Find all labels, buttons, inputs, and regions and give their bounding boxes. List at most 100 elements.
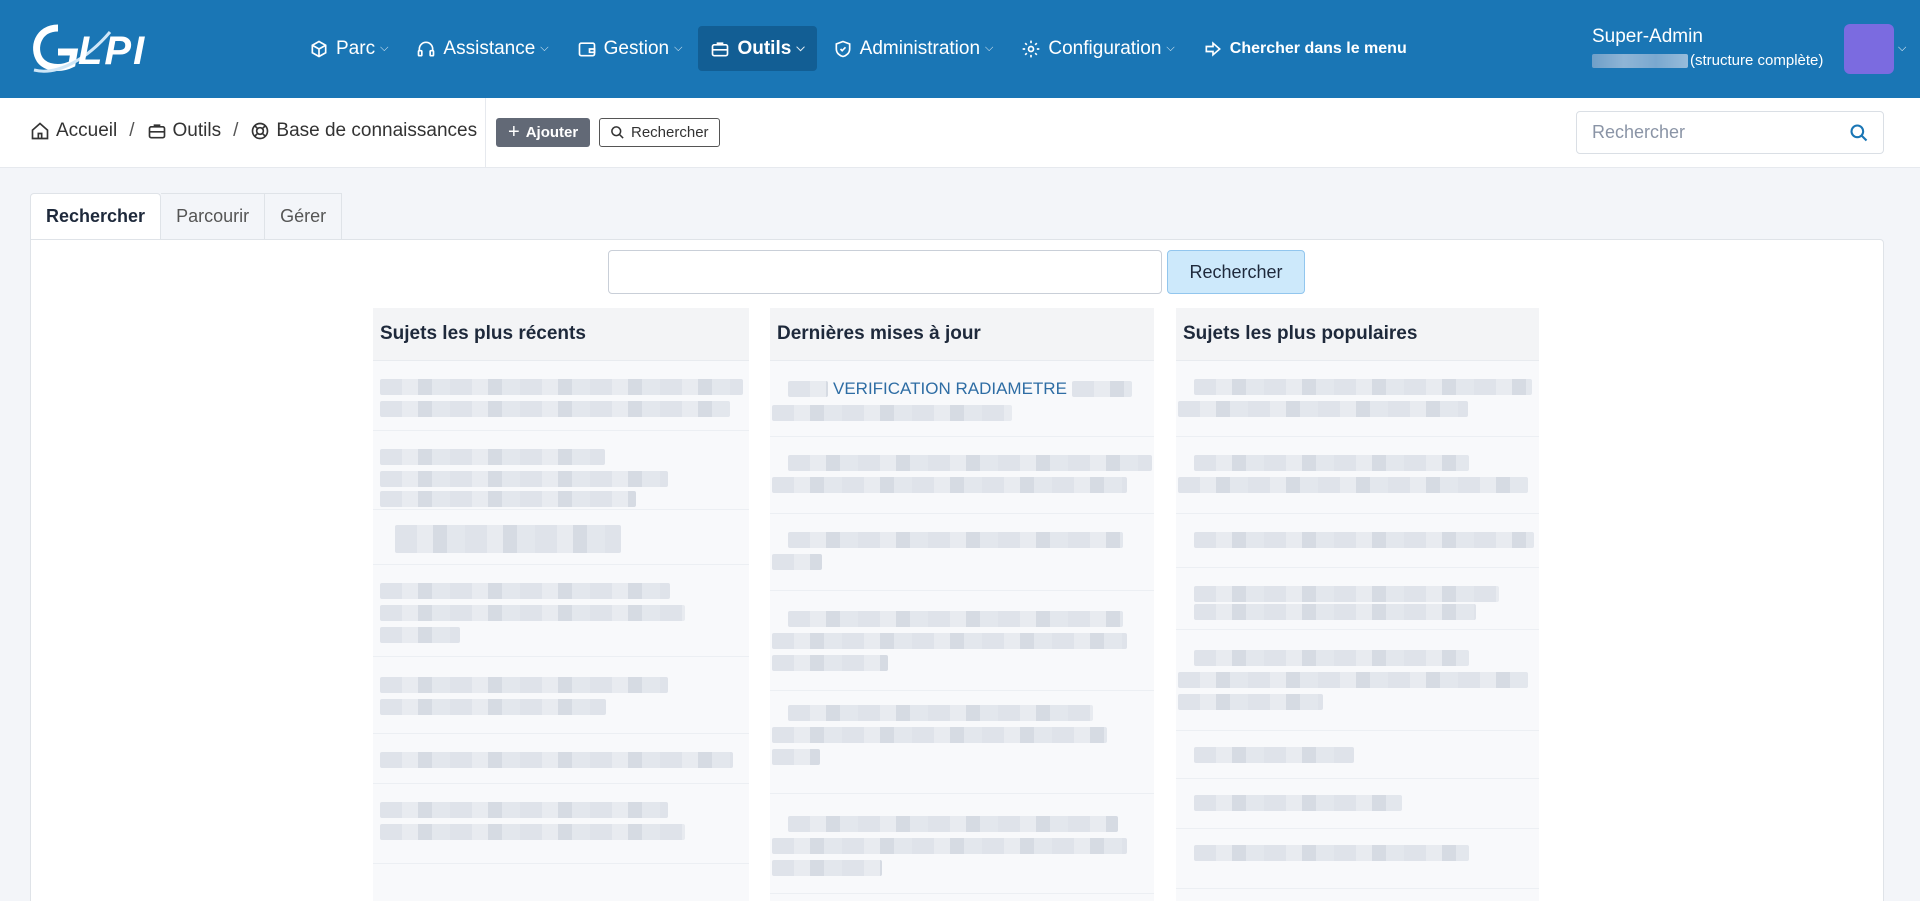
home-icon — [31, 122, 49, 140]
list-item[interactable] — [1176, 779, 1539, 829]
subheader: Accueil / Outils / Base de connaissances… — [0, 98, 1920, 168]
breadcrumb-knowledge-base-label: Base de connaissances — [276, 120, 478, 141]
redacted-text — [1194, 379, 1532, 395]
kb-article-link[interactable]: VERIFICATION RADIAMETRE — [833, 379, 1067, 399]
nav-assistance[interactable]: Assistance ⌵ — [404, 26, 560, 71]
search-button[interactable]: Rechercher — [599, 118, 720, 147]
redacted-text — [1194, 795, 1402, 811]
briefcase-icon — [712, 41, 729, 56]
breadcrumb-separator: / — [129, 120, 135, 141]
list-item[interactable] — [770, 514, 1154, 591]
global-search — [1576, 111, 1884, 154]
list-item[interactable] — [373, 734, 749, 784]
add-button-label: Ajouter — [525, 124, 579, 141]
list-item[interactable] — [1176, 514, 1539, 568]
redacted-text — [788, 381, 828, 397]
list-item[interactable] — [1176, 568, 1539, 630]
redacted-text — [380, 491, 636, 507]
nav-outils[interactable]: Outils ⌵ — [698, 26, 817, 71]
redacted-text — [380, 605, 685, 621]
avatar[interactable] — [1844, 24, 1894, 74]
redacted-text — [1194, 747, 1354, 763]
chevron-down-icon: ⌵ — [985, 42, 994, 54]
list-item[interactable] — [373, 784, 749, 864]
redacted-text — [380, 802, 668, 818]
redacted-text — [772, 554, 822, 570]
list-item[interactable] — [1176, 731, 1539, 779]
redacted-text — [772, 655, 888, 671]
nav-administration[interactable]: Administration ⌵ — [821, 26, 1006, 71]
tab-parcourir[interactable]: Parcourir — [161, 193, 266, 240]
popular-topics-column: Sujets les plus populaires — [1176, 308, 1539, 901]
list-item[interactable] — [1176, 361, 1539, 437]
redacted-text — [788, 455, 1152, 471]
redacted-text — [380, 752, 733, 768]
shield-icon — [835, 40, 851, 57]
breadcrumb-home[interactable]: Accueil — [30, 120, 117, 142]
nav-outils-label: Outils — [737, 37, 792, 59]
list-item[interactable]: VERIFICATION RADIAMETRE — [770, 361, 1154, 437]
chevron-down-icon: ⌵ — [796, 42, 805, 54]
kb-search-input[interactable] — [608, 250, 1162, 294]
redacted-text — [772, 477, 1127, 493]
redacted-text — [1178, 477, 1528, 493]
chevron-down-icon: ⌵ — [540, 42, 549, 54]
list-item[interactable] — [1176, 630, 1539, 731]
nav-gestion[interactable]: Gestion ⌵ — [565, 26, 695, 71]
tab-gerer[interactable]: Gérer — [265, 193, 343, 240]
nav-parc[interactable]: Parc ⌵ — [297, 26, 400, 71]
tab-rechercher[interactable]: Rechercher — [30, 193, 162, 240]
redacted-text — [380, 627, 460, 643]
breadcrumb-knowledge-base[interactable]: Base de connaissances — [250, 120, 477, 142]
search-icon — [611, 126, 624, 139]
nav-parc-label: Parc — [336, 37, 376, 59]
redacted-text — [395, 525, 621, 553]
recent-topics-column: Sujets les plus récents — [373, 308, 749, 901]
list-item[interactable] — [373, 565, 749, 657]
user-entity: (structure complète) — [1592, 52, 1832, 69]
chevron-down-icon[interactable]: ⌵ — [1898, 42, 1906, 55]
redacted-text — [1178, 694, 1323, 710]
menu-search-label: Chercher dans le menu — [1229, 39, 1407, 57]
list-item[interactable] — [373, 361, 749, 431]
chevron-down-icon: ⌵ — [674, 42, 683, 54]
list-item[interactable] — [1176, 437, 1539, 514]
list-item[interactable] — [1176, 829, 1539, 889]
list-item[interactable] — [770, 691, 1154, 794]
breadcrumb-separator: / — [233, 120, 239, 141]
briefcase-icon — [148, 124, 165, 139]
list-item[interactable] — [770, 591, 1154, 691]
breadcrumb-home-label: Accueil — [56, 120, 118, 141]
search-icon[interactable] — [1849, 123, 1869, 143]
redacted-text — [1194, 532, 1534, 548]
redacted-text — [772, 860, 882, 876]
list-item[interactable] — [770, 437, 1154, 514]
top-navbar: LPI Parc ⌵ Assistance ⌵ Gestion ⌵ Outils ⌵ A… — [0, 0, 1920, 98]
column-title: Dernières mises à jour — [770, 308, 1154, 361]
redacted-text — [772, 633, 1127, 649]
nav-configuration[interactable]: Configuration ⌵ — [1009, 26, 1186, 71]
redacted-text — [380, 449, 605, 465]
list-item[interactable] — [770, 794, 1154, 894]
global-search-input[interactable] — [1577, 112, 1883, 153]
list-item[interactable] — [373, 657, 749, 734]
column-title: Sujets les plus récents — [373, 308, 749, 361]
redacted-entity — [1592, 53, 1688, 68]
add-button[interactable]: + Ajouter — [496, 118, 591, 147]
list-item[interactable] — [373, 431, 749, 510]
kb-search-button[interactable]: Rechercher — [1167, 250, 1305, 294]
search-button-label: Rechercher — [631, 124, 709, 141]
list-item[interactable] — [373, 510, 749, 565]
box-icon — [311, 40, 327, 57]
redacted-text — [380, 824, 685, 840]
glpi-logo[interactable]: LPI — [28, 18, 158, 78]
nav-gestion-label: Gestion — [603, 37, 670, 59]
redacted-text — [380, 677, 668, 693]
user-menu[interactable]: Super-Admin (structure complète) — [1592, 26, 1832, 69]
arrow-right-icon — [1205, 40, 1221, 57]
headset-icon — [418, 41, 435, 57]
user-entity-label: (structure complète) — [1690, 52, 1824, 69]
breadcrumb-outils[interactable]: Outils — [147, 120, 221, 142]
redacted-text — [772, 405, 1012, 421]
menu-search-link[interactable]: Chercher dans le menu — [1191, 26, 1419, 71]
